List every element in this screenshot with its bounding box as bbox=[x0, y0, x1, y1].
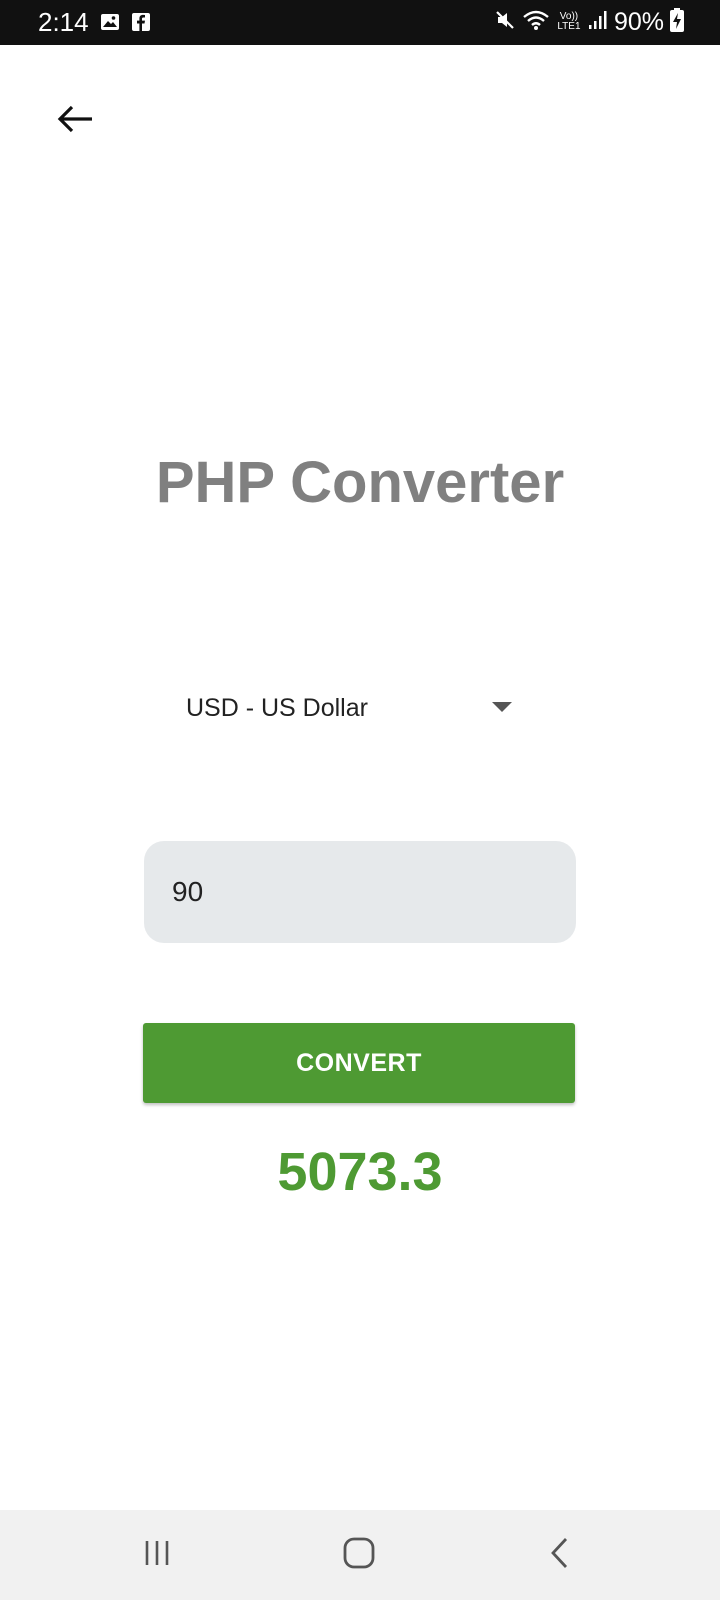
recent-apps-button[interactable] bbox=[127, 1530, 187, 1580]
currency-select-value: USD - US Dollar bbox=[186, 694, 368, 722]
back-button[interactable] bbox=[48, 96, 104, 146]
convert-button[interactable]: CONVERT bbox=[143, 1023, 575, 1103]
wifi-icon bbox=[522, 9, 550, 36]
back-nav-icon bbox=[548, 1536, 572, 1575]
recent-apps-icon bbox=[142, 1538, 172, 1573]
battery-charging-icon bbox=[670, 7, 684, 37]
currency-select[interactable]: USD - US Dollar bbox=[174, 680, 528, 736]
gallery-icon bbox=[100, 12, 120, 32]
status-bar: 2:14 Vo)) LTE1 90% bbox=[0, 0, 720, 45]
amount-input[interactable] bbox=[172, 872, 552, 912]
caret-down-icon bbox=[492, 702, 512, 712]
status-time: 2:14 bbox=[38, 7, 89, 37]
home-button[interactable] bbox=[329, 1530, 389, 1580]
signal-icon bbox=[588, 10, 608, 35]
back-nav-button[interactable] bbox=[530, 1530, 590, 1580]
battery-percent: 90% bbox=[613, 8, 664, 36]
amount-field[interactable] bbox=[144, 841, 576, 943]
app-screen: 2:14 Vo)) LTE1 90% PHP Converter USD - U… bbox=[0, 0, 720, 1600]
navigation-bar bbox=[0, 1510, 720, 1600]
page-title: PHP Converter bbox=[155, 450, 565, 515]
status-icons: Vo)) LTE1 90% bbox=[494, 6, 684, 38]
arrow-left-icon bbox=[56, 104, 96, 139]
lte-label: LTE1 bbox=[557, 21, 581, 32]
result-value: 5073.3 bbox=[277, 1142, 443, 1202]
facebook-icon bbox=[131, 12, 151, 32]
mute-icon bbox=[494, 9, 516, 36]
home-icon bbox=[342, 1536, 376, 1575]
lte-indicator: Vo)) LTE1 bbox=[556, 12, 582, 32]
